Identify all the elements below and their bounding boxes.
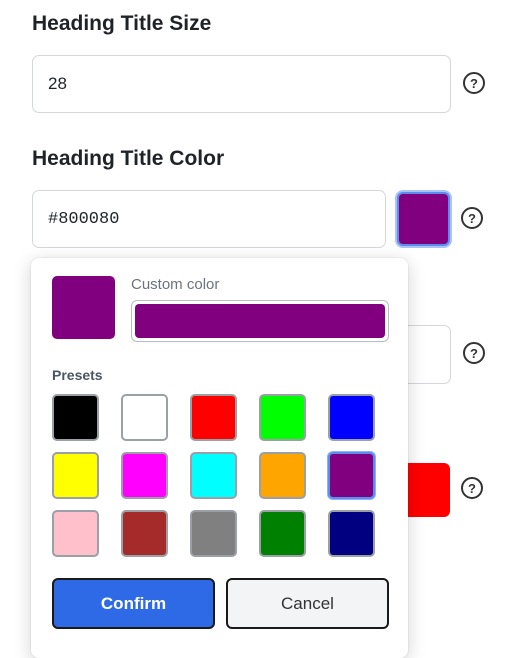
preset-swatch[interactable] — [190, 394, 237, 441]
color-picker-popover: Custom color Presets Confirm Cancel — [31, 258, 408, 658]
preset-swatch[interactable] — [52, 452, 99, 499]
presets-label: Presets — [52, 367, 103, 383]
preset-swatch[interactable] — [190, 510, 237, 557]
size-input[interactable]: 28 — [32, 55, 451, 113]
preset-swatch[interactable] — [52, 394, 99, 441]
preset-swatch[interactable] — [259, 394, 306, 441]
size-value: 28 — [48, 74, 67, 93]
help-icon[interactable]: ? — [461, 207, 483, 229]
color-hex-input[interactable]: #800080 — [32, 190, 386, 248]
custom-color-fill — [135, 304, 385, 338]
confirm-button[interactable]: Confirm — [52, 578, 215, 629]
color-label: Heading Title Color — [32, 147, 225, 170]
custom-color-label: Custom color — [131, 276, 220, 293]
cancel-button[interactable]: Cancel — [226, 578, 389, 629]
preset-swatch[interactable] — [328, 510, 375, 557]
custom-color-input[interactable] — [131, 300, 389, 342]
color-swatch-button[interactable] — [397, 192, 450, 246]
help-icon[interactable]: ? — [463, 342, 485, 364]
preset-swatch[interactable] — [121, 452, 168, 499]
preset-swatch[interactable] — [328, 394, 375, 441]
preset-swatch[interactable] — [259, 510, 306, 557]
preset-swatch[interactable] — [259, 452, 306, 499]
preset-swatch[interactable] — [328, 452, 375, 499]
preset-swatch[interactable] — [190, 452, 237, 499]
color-preview — [52, 276, 115, 339]
color-hex-value: #800080 — [48, 209, 120, 229]
preset-swatch[interactable] — [52, 510, 99, 557]
size-label: Heading Title Size — [32, 12, 212, 35]
help-icon[interactable]: ? — [461, 477, 483, 499]
preset-swatch[interactable] — [121, 510, 168, 557]
preset-swatch[interactable] — [121, 394, 168, 441]
help-icon[interactable]: ? — [463, 72, 485, 94]
